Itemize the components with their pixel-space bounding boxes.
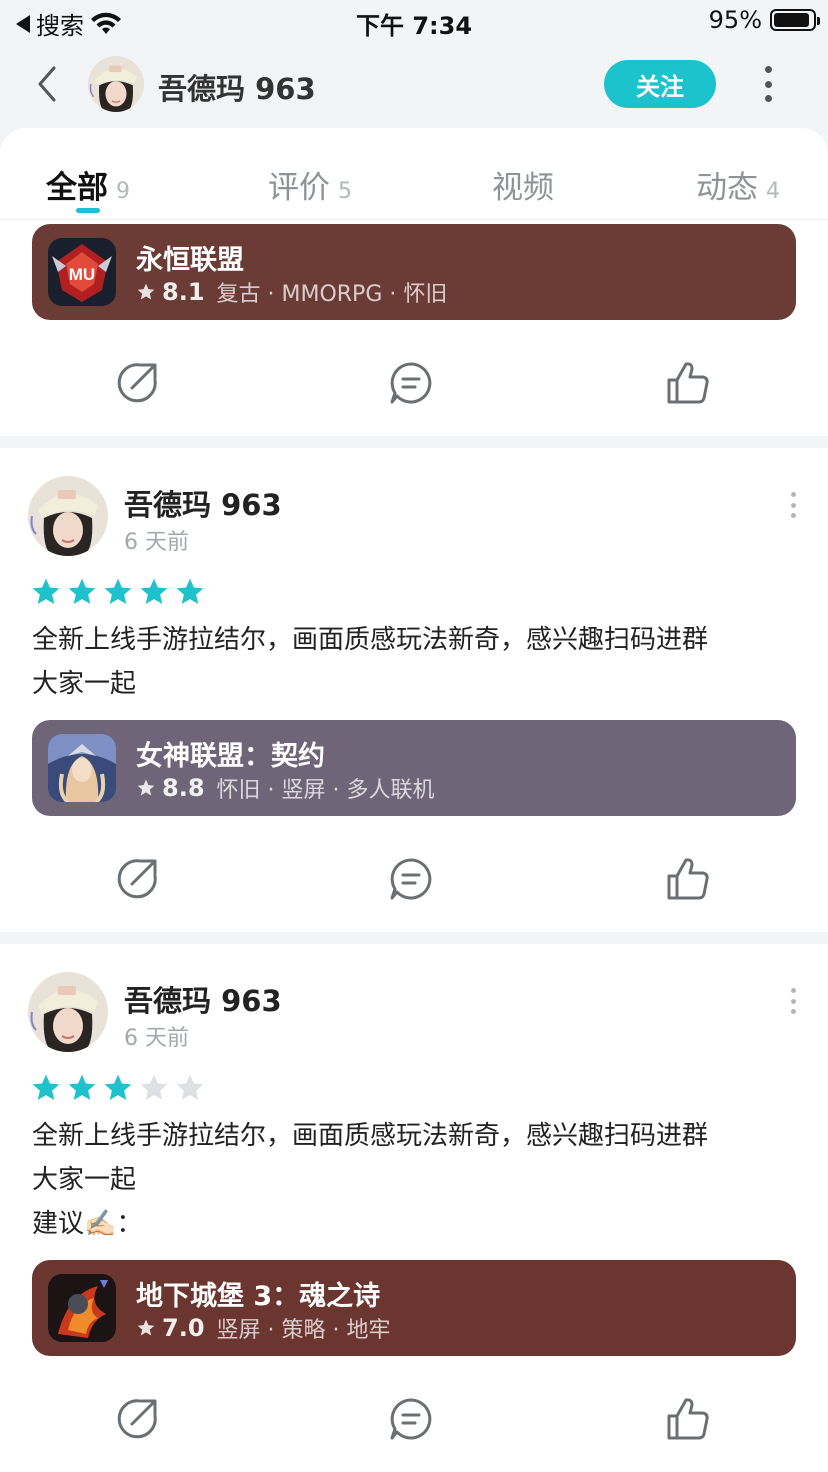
content-panel: 全部 9 评价 5 视频 动态 4 MU 永恒联盟 8.1 复古 · MMORP… [0, 128, 828, 1472]
tab-label: 评价 [268, 170, 330, 206]
profile-name: 吾德玛 963 [158, 72, 316, 106]
like-icon[interactable] [662, 854, 712, 904]
game-rating: 8.1 [162, 278, 205, 306]
star-icon [140, 1074, 168, 1100]
star-icon [176, 1074, 204, 1100]
section-divider [0, 932, 828, 944]
svg-text:MU: MU [69, 265, 95, 284]
game-card[interactable]: 女神联盟：契约 8.8 怀旧 · 竖屏 · 多人联机 [32, 720, 796, 816]
star-icon [140, 578, 168, 604]
back-arrow-icon[interactable] [30, 64, 70, 104]
post-line: 全新上线手游拉结尔，画面质感玩法新奇，感兴趣扫码进群 [32, 625, 709, 655]
star-icon [32, 1074, 60, 1100]
post-card: 吾德玛 963 6 天前 全新上线手游拉结尔，画面质感玩法新奇，感兴趣扫码进群 … [0, 448, 828, 932]
star-icon [176, 578, 204, 604]
action-bar [0, 844, 828, 914]
game-icon [48, 734, 116, 802]
game-title: 女神联盟：契约 [136, 741, 325, 772]
action-bar [0, 1384, 828, 1454]
clock: 下午 7:34 [355, 12, 473, 40]
tab-count: 5 [338, 179, 352, 204]
star-icon [137, 779, 155, 796]
game-icon: MU [48, 238, 116, 306]
rating-stars [30, 576, 206, 608]
star-icon [104, 578, 132, 604]
status-bar: 搜索 下午 7:34 95% [0, 0, 828, 42]
star-icon [32, 578, 60, 604]
like-icon[interactable] [662, 358, 712, 408]
author-name[interactable]: 吾德玛 963 [124, 482, 282, 524]
post-line: 大家一起 [32, 669, 137, 699]
game-meta: 8.1 复古 · MMORPG · 怀旧 [136, 276, 447, 308]
post-time: 6 天前 [124, 1026, 189, 1051]
tab-count: 9 [116, 179, 130, 204]
game-tags: 竖屏 · 策略 · 地牢 [216, 1318, 391, 1343]
share-icon[interactable] [112, 358, 162, 408]
battery-percent: 95% [708, 6, 762, 34]
game-rating: 8.8 [162, 774, 205, 802]
post-body: 全新上线手游拉结尔，画面质感玩法新奇，感兴趣扫码进群 大家一起 [32, 618, 792, 706]
game-card[interactable]: 地下城堡 3：魂之诗 7.0 竖屏 · 策略 · 地牢 [32, 1260, 796, 1356]
post-line: 大家一起 [32, 1165, 137, 1195]
more-menu-icon[interactable] [756, 66, 780, 102]
avatar[interactable] [88, 56, 144, 112]
action-bar [0, 348, 828, 418]
section-divider [0, 436, 828, 448]
tab-indicator [76, 208, 100, 213]
star-icon [137, 1319, 155, 1336]
share-icon[interactable] [112, 854, 162, 904]
game-rating: 7.0 [162, 1314, 205, 1342]
like-icon[interactable] [662, 1394, 712, 1444]
game-title: 地下城堡 3：魂之诗 [136, 1281, 381, 1312]
game-card[interactable]: MU 永恒联盟 8.1 复古 · MMORPG · 怀旧 [32, 224, 796, 320]
nav-bar: 吾德玛 963 关注 [0, 42, 828, 128]
post-time: 6 天前 [124, 530, 189, 555]
game-icon [48, 1274, 116, 1342]
post-more-icon[interactable] [788, 492, 798, 518]
comment-icon[interactable] [386, 854, 436, 904]
comment-icon[interactable] [386, 1394, 436, 1444]
game-tags: 怀旧 · 竖屏 · 多人联机 [216, 778, 435, 803]
game-meta: 8.8 怀旧 · 竖屏 · 多人联机 [136, 772, 434, 804]
star-icon [137, 283, 155, 300]
share-icon[interactable] [112, 1394, 162, 1444]
star-icon [104, 1074, 132, 1100]
comment-icon[interactable] [386, 358, 436, 408]
tab-reviews[interactable]: 评价 5 [268, 162, 352, 207]
author-name[interactable]: 吾德玛 963 [124, 978, 282, 1020]
post-more-icon[interactable] [788, 988, 798, 1014]
rating-stars [30, 1072, 206, 1104]
post-body: 全新上线手游拉结尔，画面质感玩法新奇，感兴趣扫码进群 大家一起 建议✍🏻： [32, 1114, 792, 1246]
tab-videos[interactable]: 视频 [492, 162, 554, 207]
game-tags: 复古 · MMORPG · 怀旧 [216, 282, 448, 307]
tab-bar: 全部 9 评价 5 视频 动态 4 [0, 128, 828, 220]
avatar[interactable] [28, 972, 108, 1052]
tab-label: 动态 [696, 170, 758, 206]
post-card: MU 永恒联盟 8.1 复古 · MMORPG · 怀旧 [0, 220, 828, 436]
tab-activity[interactable]: 动态 4 [696, 162, 780, 207]
tab-label: 全部 [46, 170, 108, 206]
follow-button[interactable]: 关注 [604, 60, 716, 108]
post-card: 吾德玛 963 6 天前 全新上线手游拉结尔，画面质感玩法新奇，感兴趣扫码进群 … [0, 944, 828, 1472]
tab-label: 视频 [492, 170, 554, 206]
tab-count: 4 [766, 179, 780, 204]
tab-all[interactable]: 全部 9 [46, 162, 130, 207]
game-title: 永恒联盟 [136, 245, 244, 276]
battery-icon [770, 9, 820, 31]
star-icon [68, 1074, 96, 1100]
game-meta: 7.0 竖屏 · 策略 · 地牢 [136, 1312, 390, 1344]
star-icon [68, 578, 96, 604]
post-line: 建议✍🏻： [32, 1209, 143, 1239]
post-line: 全新上线手游拉结尔，画面质感玩法新奇，感兴趣扫码进群 [32, 1121, 709, 1151]
avatar[interactable] [28, 476, 108, 556]
